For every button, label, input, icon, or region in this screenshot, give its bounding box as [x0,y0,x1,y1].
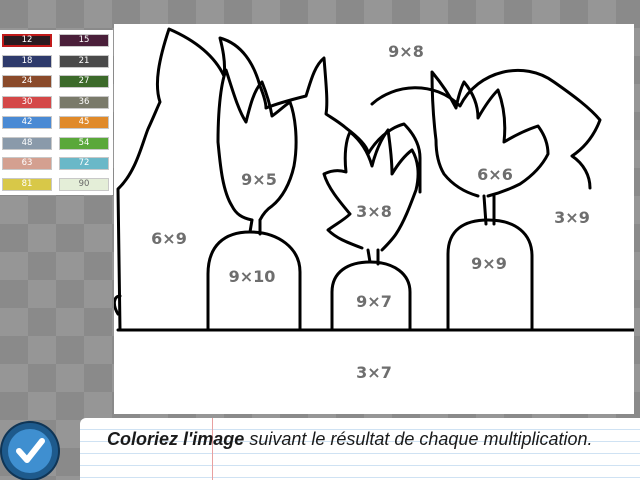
instruction-card: Coloriez l'image suivant le résultat de … [80,418,640,480]
zone-label-carrot-3[interactable]: 9×9 [471,254,507,273]
leaves-1-outline [216,68,298,222]
coloring-picture[interactable]: 9×8 9×5 3×8 6×6 6×9 3×9 9×10 9×7 9×9 3×7 [114,24,634,414]
palette-swatch-21[interactable]: 21 [59,54,109,68]
palette-swatch-12[interactable]: 12 [2,34,52,47]
palette-swatch-72[interactable]: 72 [59,157,109,170]
zone-label-bush-right[interactable]: 3×9 [554,208,590,227]
palette-swatch-90[interactable]: 90 [59,177,109,191]
palette-swatch-15[interactable]: 15 [59,34,109,47]
palette-swatch-18[interactable]: 18 [2,54,52,68]
zone-label-leaves-2[interactable]: 3×8 [356,202,392,221]
palette-swatch-30[interactable]: 30 [2,95,52,109]
instruction-bold: Coloriez l'image [107,429,245,449]
coloring-canvas[interactable]: 9×8 9×5 3×8 6×6 6×9 3×9 9×10 9×7 9×9 3×7 [114,24,634,414]
validate-button-face[interactable] [8,429,52,473]
palette-swatch-54[interactable]: 54 [59,136,109,150]
palette-swatch-48[interactable]: 48 [2,136,52,150]
zone-label-carrot-2[interactable]: 9×7 [356,292,392,311]
palette-swatch-81[interactable]: 81 [2,177,52,191]
zone-label-ground[interactable]: 3×7 [356,363,392,382]
zone-label-leaves-3[interactable]: 6×6 [477,165,513,184]
carrot-3-outline [446,218,534,332]
instruction-text: Coloriez l'image suivant le résultat de … [107,428,625,451]
palette-swatch-24[interactable]: 24 [2,75,52,88]
instruction-rest: suivant le résultat de chaque multiplica… [244,429,593,449]
palette-swatch-45[interactable]: 45 [59,116,109,129]
palette-swatch-63[interactable]: 63 [2,157,52,170]
palette-swatch-42[interactable]: 42 [2,116,52,129]
validate-button[interactable] [2,423,58,479]
zone-label-sky-top[interactable]: 9×8 [388,42,424,61]
checkmark-icon [16,438,45,463]
palette-swatch-36[interactable]: 36 [59,95,109,109]
zone-label-bush-left[interactable]: 6×9 [151,229,187,248]
palette-swatch-27[interactable]: 27 [59,75,109,88]
zone-label-leaves-1[interactable]: 9×5 [241,170,277,189]
color-palette: 12 15 18 21 24 27 30 36 42 45 48 54 63 72 81 90 [0,30,113,195]
zone-label-carrot-1[interactable]: 9×10 [229,267,276,286]
